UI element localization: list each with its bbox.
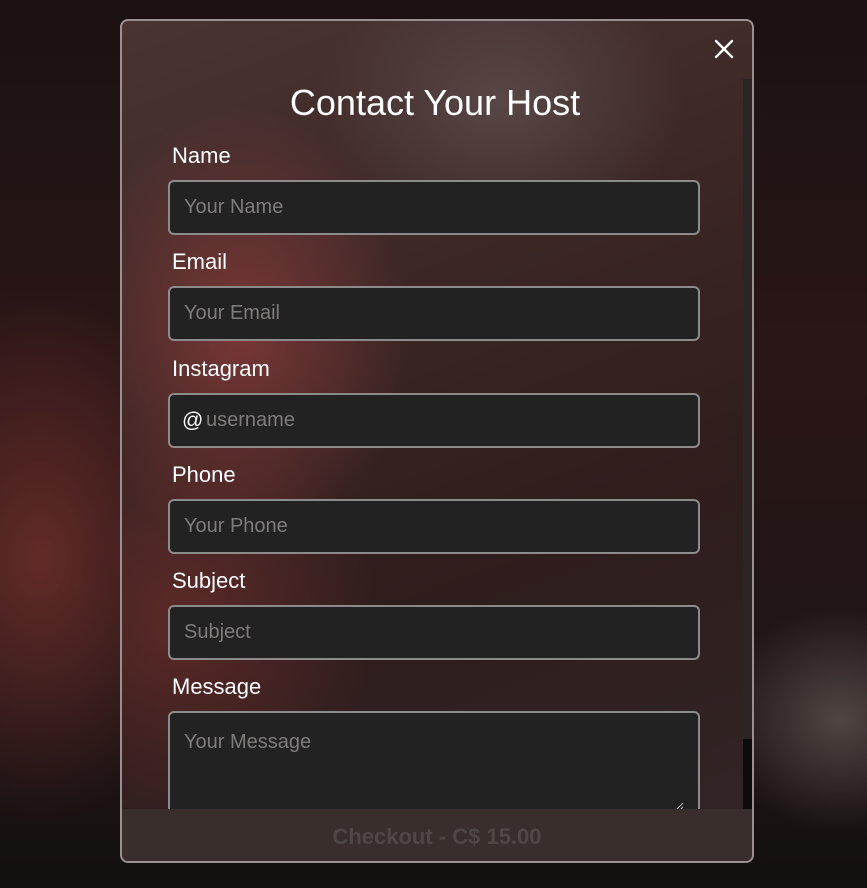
scrollbar[interactable] (743, 79, 752, 809)
instagram-field[interactable]: @ (168, 393, 700, 448)
name-label: Name (172, 143, 231, 168)
contact-host-modal: Contact Your Host Name Email Instagram @… (120, 19, 754, 863)
checkout-button[interactable]: Checkout - C$ 15.00 (122, 809, 752, 861)
scrollbar-thumb[interactable] (743, 739, 752, 809)
name-input[interactable] (168, 180, 700, 235)
instagram-label: Instagram (172, 356, 270, 381)
close-icon (714, 39, 734, 59)
close-button[interactable] (712, 37, 736, 61)
form-scroll-area[interactable]: Contact Your Host Name Email Instagram @… (122, 79, 742, 809)
phone-label: Phone (172, 462, 236, 487)
phone-input[interactable] (168, 499, 700, 554)
modal-title: Contact Your Host (289, 82, 581, 123)
at-sign-icon: @ (182, 409, 204, 432)
message-label: Message (172, 674, 262, 699)
instagram-input[interactable] (206, 395, 686, 446)
subject-label: Subject (172, 568, 246, 593)
email-label: Email (172, 249, 228, 274)
email-input[interactable] (168, 286, 700, 341)
subject-input[interactable] (168, 605, 700, 660)
resize-grip-icon[interactable] (674, 801, 684, 809)
message-textarea[interactable] (168, 711, 700, 809)
